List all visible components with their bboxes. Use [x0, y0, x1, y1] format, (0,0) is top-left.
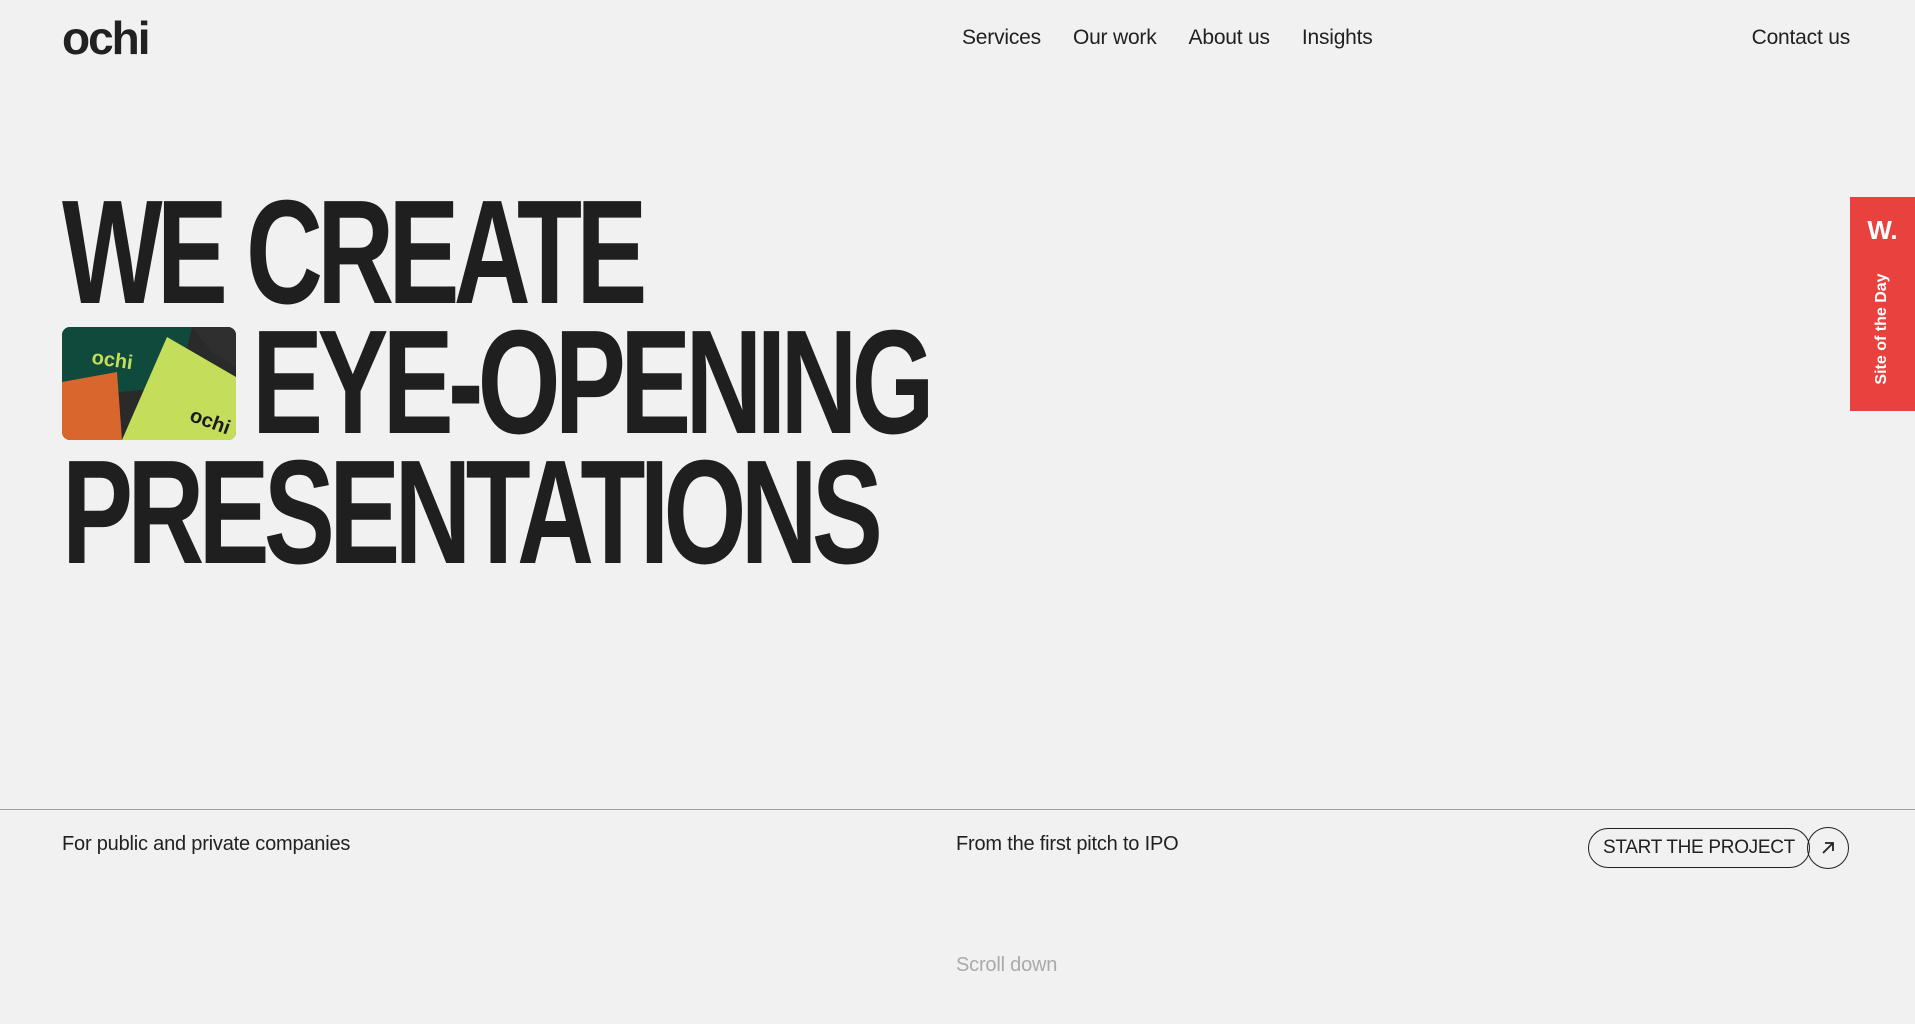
nav-link-about-us[interactable]: About us — [1189, 26, 1270, 50]
start-project-button[interactable]: START THE PROJECT — [1588, 828, 1810, 868]
site-of-the-day-label: Site of the Day — [1873, 273, 1890, 385]
svg-text:ochi: ochi — [62, 14, 149, 58]
tagline-companies: For public and private companies — [62, 833, 351, 855]
ochi-logo[interactable]: ochi — [62, 14, 154, 58]
hero-line-1: WE CREATE — [62, 170, 647, 335]
site-of-the-day-badge[interactable]: W. Site of the Day — [1850, 197, 1915, 411]
contact-us-link[interactable]: Contact us — [1752, 26, 1851, 50]
scroll-down-hint: Scroll down — [956, 954, 1058, 976]
section-divider — [0, 809, 1915, 810]
hero-heading: WE CREATE ochi ochi EYE-OPENING PRESENTA… — [62, 170, 1194, 595]
hero-line-2-row: ochi ochi EYE-OPENING — [62, 300, 1194, 465]
main-nav: Services Our work About us Insights — [962, 26, 1405, 50]
awwwards-logo: W. — [1867, 215, 1898, 245]
hero-thumbnail-image: ochi ochi — [62, 326, 236, 440]
hero-line-2: EYE-OPENING — [252, 300, 935, 465]
nav-link-our-work[interactable]: Our work — [1073, 26, 1157, 50]
nav-link-insights[interactable]: Insights — [1302, 26, 1373, 50]
tagline-pitch-to-ipo: From the first pitch to IPO — [956, 833, 1179, 855]
arrow-up-right-icon[interactable] — [1807, 827, 1849, 869]
nav-link-services[interactable]: Services — [962, 26, 1041, 50]
top-navigation: ochi Services Our work About us Insights… — [0, 0, 1915, 80]
hero-line-3: PRESENTATIONS — [62, 430, 883, 595]
